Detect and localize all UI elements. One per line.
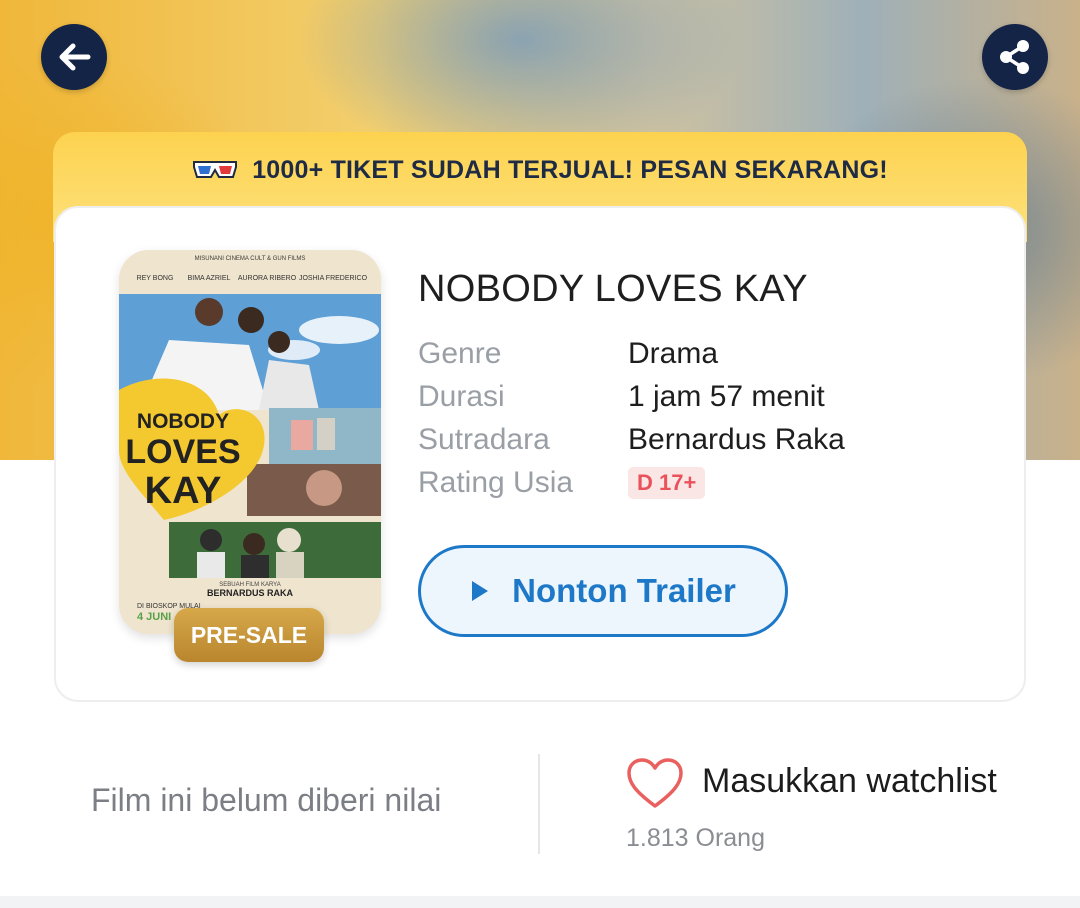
movie-detail-card: MISUNANI CINEMA CULT & GUN FILMS REY BON… (54, 206, 1026, 702)
watch-trailer-button[interactable]: Nonton Trailer (418, 545, 788, 637)
poster-cast-1: REY BONG (137, 275, 174, 282)
bottom-separator (0, 896, 1080, 908)
watchlist-count: 1.813 Orang (626, 824, 765, 852)
3d-glasses-icon (193, 161, 238, 178)
heart-icon (627, 758, 683, 808)
info-label: Durasi (418, 379, 505, 413)
info-row-director: Sutradara Bernardus Raka (418, 418, 845, 461)
trailer-label: Nonton Trailer (512, 572, 736, 609)
info-row-duration: Durasi 1 jam 57 menit (418, 375, 845, 418)
watchlist-heart-button[interactable] (626, 758, 684, 815)
info-value: Bernardus Raka (628, 422, 845, 456)
rating-status-text: Film ini belum diberi nilai (91, 782, 442, 818)
share-button[interactable] (982, 24, 1048, 90)
poster-title-line1: NOBODY (137, 410, 229, 433)
info-row-age-rating: Rating Usia D 17+ (418, 461, 845, 504)
poster-cast-4: JOSHIA FREDERICO (299, 275, 368, 282)
poster-release-date: 4 JUNI (137, 611, 171, 623)
info-label: Genre (418, 336, 502, 370)
poster-title-line3: KAY (145, 470, 222, 512)
arrow-left-icon (59, 43, 91, 71)
share-icon (1000, 40, 1029, 74)
pre-sale-badge: PRE-SALE (174, 608, 324, 662)
poster-cast-3: AURORA RIBERO (238, 275, 297, 282)
add-to-watchlist-label[interactable]: Masukkan watchlist (702, 762, 997, 801)
banner-text: 1000+ TIKET SUDAH TERJUAL! PESAN SEKARAN… (252, 155, 888, 184)
info-value: Drama (628, 336, 719, 370)
movie-info-list: Genre Drama Durasi 1 jam 57 menit Sutrad… (418, 332, 845, 504)
info-label: Rating Usia (418, 465, 574, 499)
poster-studio: MISUNANI CINEMA CULT & GUN FILMS (195, 256, 306, 262)
poster-title-line2: LOVES (125, 433, 240, 471)
info-label: Sutradara (418, 422, 550, 456)
poster-director: BERNARDUS RAKA (207, 588, 294, 598)
play-icon (472, 581, 489, 601)
age-rating-badge: D 17+ (628, 466, 706, 499)
movie-poster[interactable]: MISUNANI CINEMA CULT & GUN FILMS REY BON… (119, 250, 381, 634)
back-button[interactable] (41, 24, 107, 90)
movie-title: NOBODY LOVES KAY (418, 268, 808, 310)
info-row-genre: Genre Drama (418, 332, 845, 375)
poster-cast-2: BIMA AZRIEL (188, 275, 231, 282)
info-value: 1 jam 57 menit (628, 379, 825, 413)
divider (538, 754, 540, 854)
